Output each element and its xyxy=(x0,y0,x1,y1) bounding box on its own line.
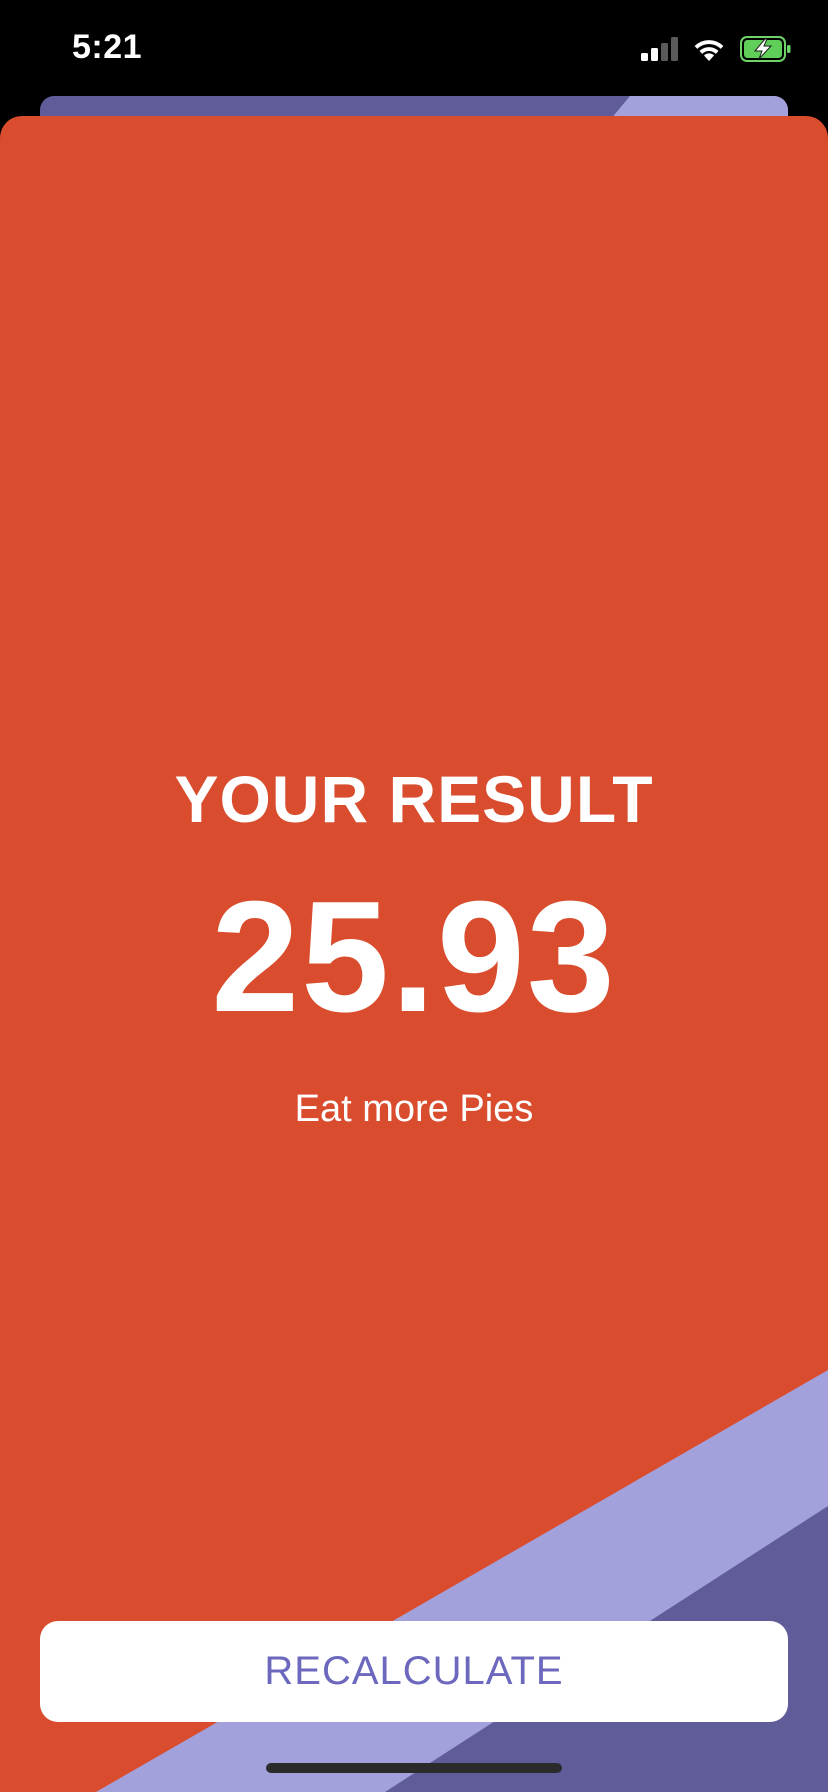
result-message: Eat more Pies xyxy=(294,1088,534,1130)
result-value: 25.93 xyxy=(211,869,617,1045)
status-icons xyxy=(640,36,792,67)
battery-charging-icon xyxy=(740,36,792,67)
cellular-signal-icon xyxy=(640,37,678,66)
recalculate-button[interactable]: RECALCULATE xyxy=(40,1621,788,1722)
app-screen: 5:21 YOUR RESULT 25.93 Eat more Pies REC… xyxy=(0,0,828,1792)
wifi-icon xyxy=(692,36,726,67)
result-title: YOUR RESULT xyxy=(174,762,654,836)
status-bar: 5:21 xyxy=(0,0,828,96)
result-sheet: YOUR RESULT 25.93 Eat more Pies xyxy=(0,116,828,1792)
status-time: 5:21 xyxy=(72,28,143,66)
result-block: YOUR RESULT 25.93 Eat more Pies xyxy=(0,766,828,1128)
home-indicator xyxy=(266,1763,562,1773)
